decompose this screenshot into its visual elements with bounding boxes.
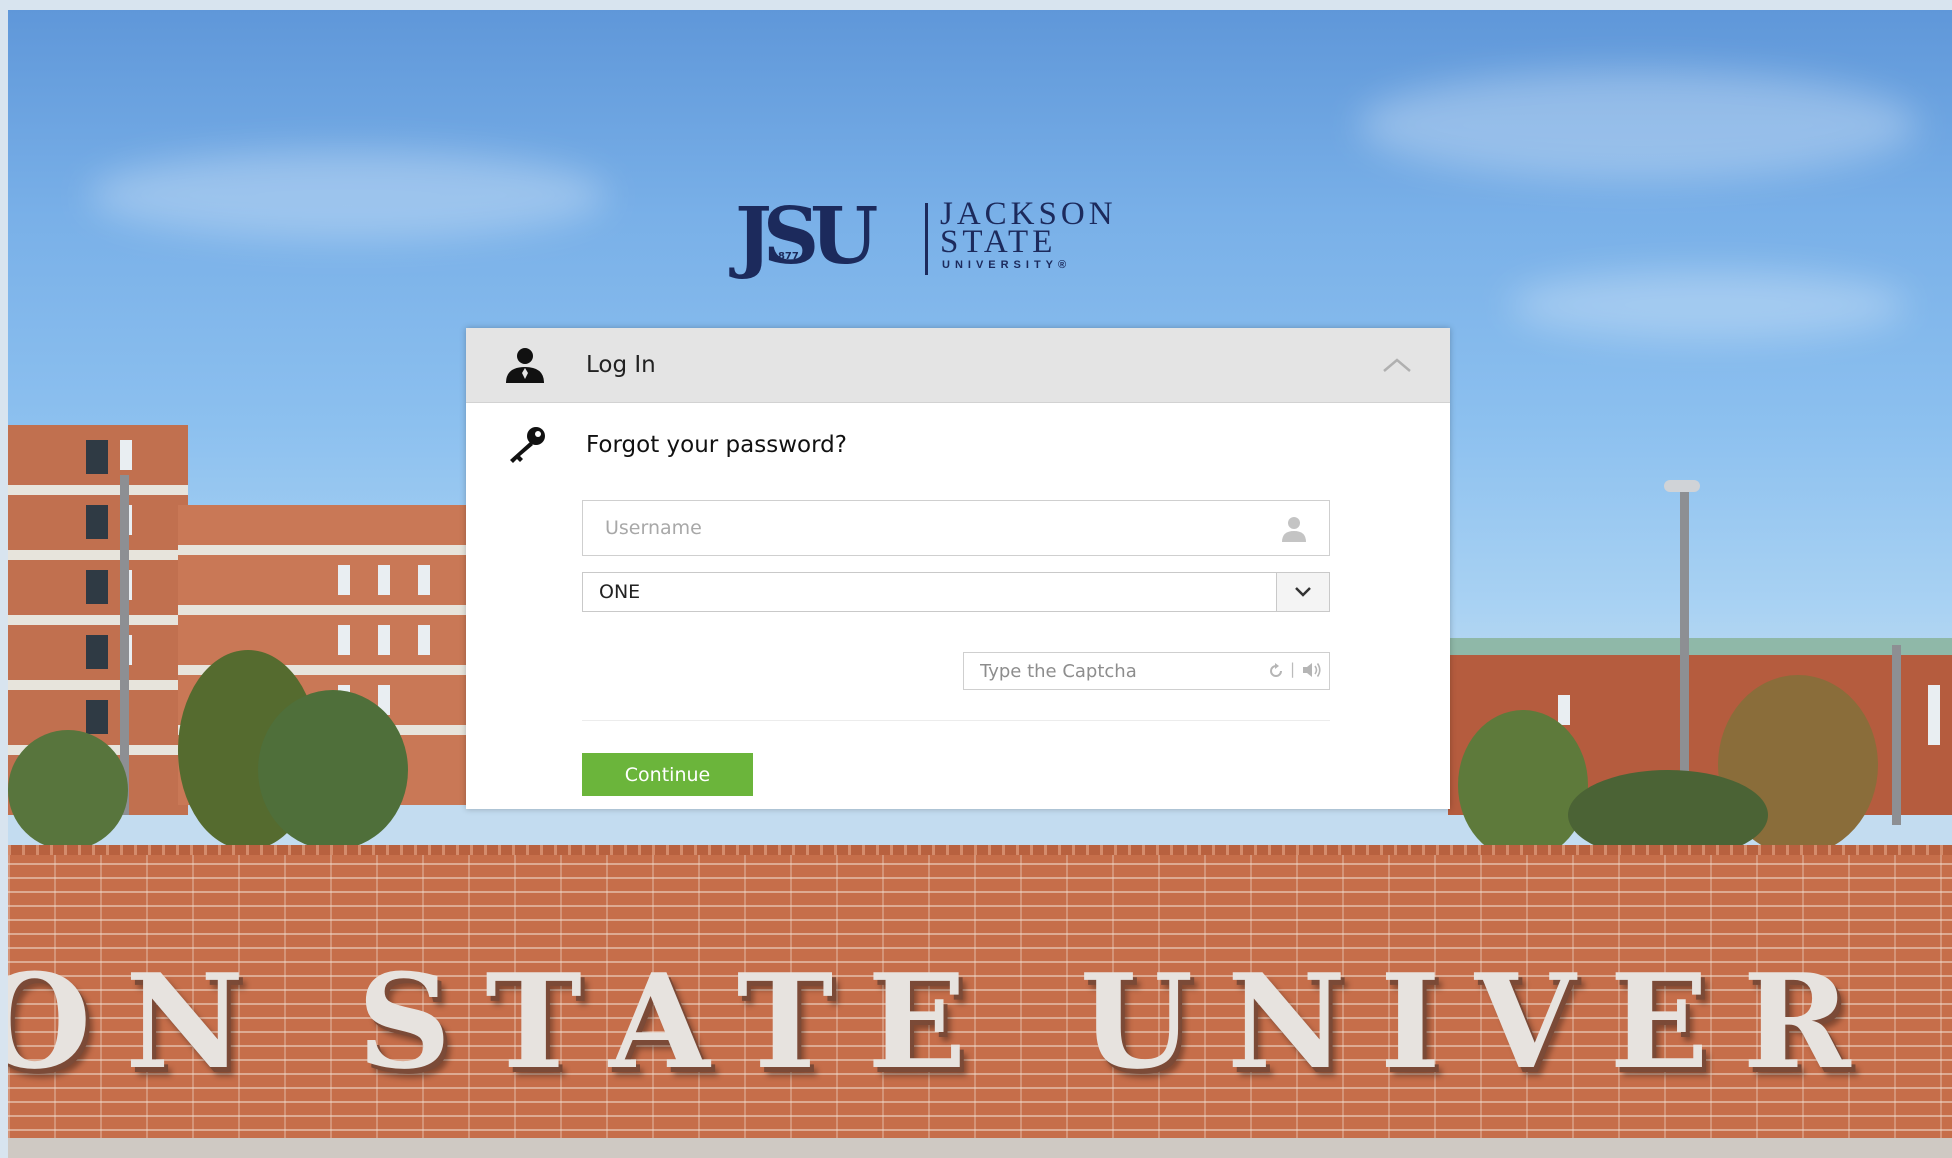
logo-monogram: JSU	[735, 191, 878, 282]
logo-divider	[925, 203, 928, 275]
username-input[interactable]	[583, 501, 1273, 555]
logo-line-state: STATE	[940, 224, 1057, 260]
chevron-down-icon	[1295, 587, 1311, 597]
forgot-password-link[interactable]: Forgot your password?	[466, 424, 1450, 472]
logo-year: 1877	[771, 251, 799, 262]
logo-line-university: UNIVERSITY®	[942, 259, 1072, 271]
tree	[8, 730, 128, 850]
tree	[1458, 710, 1588, 860]
tree	[258, 690, 408, 850]
forgot-password-label: Forgot your password?	[586, 432, 847, 458]
chevron-up-icon[interactable]	[1381, 356, 1413, 374]
username-field	[582, 500, 1330, 556]
login-panel: Log In Forgot your password? ONE	[466, 328, 1450, 809]
audio-icon[interactable]	[1301, 660, 1323, 680]
key-icon	[510, 427, 545, 463]
cloud	[88, 150, 608, 240]
login-panel-header[interactable]: Log In	[466, 328, 1450, 403]
domain-select[interactable]: ONE	[582, 572, 1330, 612]
captcha-separator: |	[1290, 660, 1296, 678]
wall-lettering: ON STATE UNIVER	[8, 945, 1885, 1098]
lamp-post	[1892, 645, 1901, 825]
cloud	[1358, 70, 1918, 180]
ground	[8, 1138, 1952, 1158]
login-header-label: Log In	[586, 352, 656, 378]
domain-selected-value: ONE	[599, 581, 641, 603]
domain-dropdown-toggle[interactable]	[1276, 573, 1329, 611]
continue-button[interactable]: Continue	[582, 753, 753, 796]
captcha-input[interactable]	[964, 653, 1254, 689]
cloud	[1508, 270, 1908, 340]
refresh-icon[interactable]	[1267, 662, 1285, 680]
person-icon	[1282, 517, 1306, 542]
user-icon	[506, 348, 544, 383]
lamp-head	[1664, 480, 1700, 492]
university-logo: JSU 1877 JACKSON STATE UNIVERSITY®	[735, 191, 1185, 295]
captcha-field: |	[963, 652, 1330, 690]
form-divider	[582, 720, 1330, 721]
